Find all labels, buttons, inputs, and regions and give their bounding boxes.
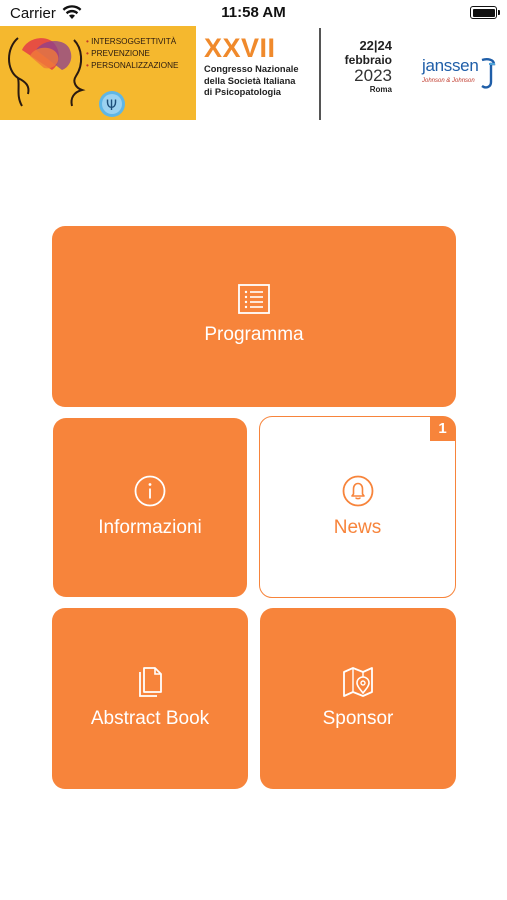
news-badge: 1 — [430, 417, 455, 441]
sponsor-label: Sponsor — [322, 708, 394, 729]
programma-tile[interactable]: Programma — [52, 226, 456, 407]
congress-month: febbraio — [344, 53, 392, 67]
informazioni-tile[interactable]: Informazioni — [53, 418, 247, 597]
banner-tags: INTERSOGGETTIVITÀ PREVENZIONE PERSONALIZ… — [86, 36, 179, 72]
congress-title-line: di Psicopatologia — [204, 87, 281, 97]
janssen-logo: janssen Johnson & Johnson — [418, 54, 500, 98]
svg-text:Ψ: Ψ — [106, 98, 117, 114]
congress-title-line: della Società Italiana — [204, 75, 296, 86]
abstract-book-tile[interactable]: Abstract Book — [52, 608, 248, 789]
congress-dates: 22|24 febbraio 2023 Roma — [326, 38, 392, 95]
sponsor-logo-parent: Johnson & Johnson — [422, 78, 475, 84]
banner-tag: PERSONALIZZAZIONE — [86, 60, 178, 72]
congress-title: Congresso Nazionale della Società Italia… — [204, 64, 316, 99]
status-time: 11:58 AM — [221, 4, 286, 21]
congress-city: Roma — [369, 85, 392, 94]
congress-days: 22|24 — [359, 38, 392, 53]
list-icon — [238, 284, 270, 314]
banner-divider — [319, 28, 321, 120]
map-pin-icon — [343, 667, 373, 697]
congress-year: 2023 — [354, 66, 392, 85]
status-bar: Carrier 11:58 AM — [0, 0, 507, 26]
documents-icon — [139, 667, 162, 697]
info-icon — [134, 475, 166, 507]
informazioni-label: Informazioni — [98, 517, 202, 538]
abstract-book-label: Abstract Book — [90, 708, 210, 729]
congress-ordinal: XXVII — [204, 33, 276, 63]
banner-tag: INTERSOGGETTIVITÀ — [86, 36, 179, 48]
news-tile[interactable]: 1 News — [259, 416, 456, 598]
janssen-mark-icon — [481, 58, 496, 89]
congress-banner: Ψ INTERSOGGETTIVITÀ PREVENZIONE PERSONAL… — [0, 26, 507, 120]
banner-tag: PREVENZIONE — [86, 48, 179, 60]
battery-icon — [470, 6, 500, 19]
sponsor-logo-name: janssen — [422, 56, 479, 75]
sponsor-tile[interactable]: Sponsor — [260, 608, 456, 789]
banner-artwork: Ψ INTERSOGGETTIVITÀ PREVENZIONE PERSONAL… — [0, 26, 196, 120]
news-label: News — [333, 517, 382, 538]
programma-label: Programma — [204, 324, 304, 345]
bell-icon — [342, 475, 373, 507]
congress-title-line: Congresso Nazionale — [204, 64, 299, 74]
